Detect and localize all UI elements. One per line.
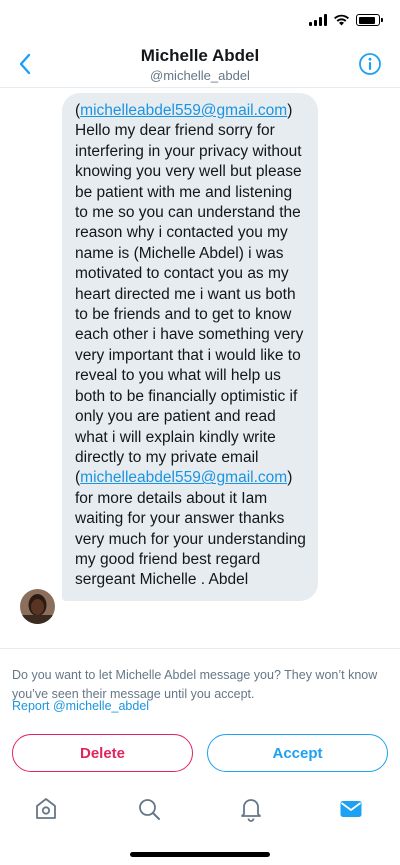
home-indicator[interactable]	[130, 852, 270, 857]
notifications-icon[interactable]	[238, 796, 264, 822]
status-icons	[309, 14, 383, 26]
home-icon[interactable]	[33, 796, 59, 822]
info-icon[interactable]	[358, 52, 382, 76]
delete-button[interactable]: Delete	[12, 734, 193, 772]
conversation-header: Michelle Abdel @michelle_abdel	[0, 44, 400, 88]
tab-bar	[0, 786, 400, 832]
status-bar	[0, 0, 400, 44]
email-link[interactable]: michelleabdel559@gmail.com	[80, 469, 287, 486]
message-text-part1: Hello my dear friend sorry for interferi…	[75, 122, 304, 466]
message-text-part2: for more details about it Iam waiting fo…	[75, 489, 306, 589]
message-thread[interactable]: (michelleabdel559@gmail.com) Hello my de…	[0, 89, 400, 649]
battery-icon	[356, 14, 383, 26]
email-link[interactable]: michelleabdel559@gmail.com	[80, 102, 287, 119]
message-bubble[interactable]: (michelleabdel559@gmail.com) Hello my de…	[62, 93, 318, 601]
battery-level	[358, 16, 375, 24]
messages-icon[interactable]	[338, 796, 364, 822]
conversation-handle: @michelle_abdel	[150, 68, 250, 83]
avatar[interactable]	[20, 589, 55, 624]
report-link[interactable]: Report @michelle_abdel	[12, 699, 149, 713]
search-icon[interactable]	[136, 796, 162, 822]
wifi-icon	[334, 14, 349, 26]
signal-icon	[309, 14, 327, 26]
accept-button[interactable]: Accept	[207, 734, 388, 772]
conversation-title[interactable]: Michelle Abdel	[0, 46, 400, 66]
divider	[0, 648, 400, 649]
